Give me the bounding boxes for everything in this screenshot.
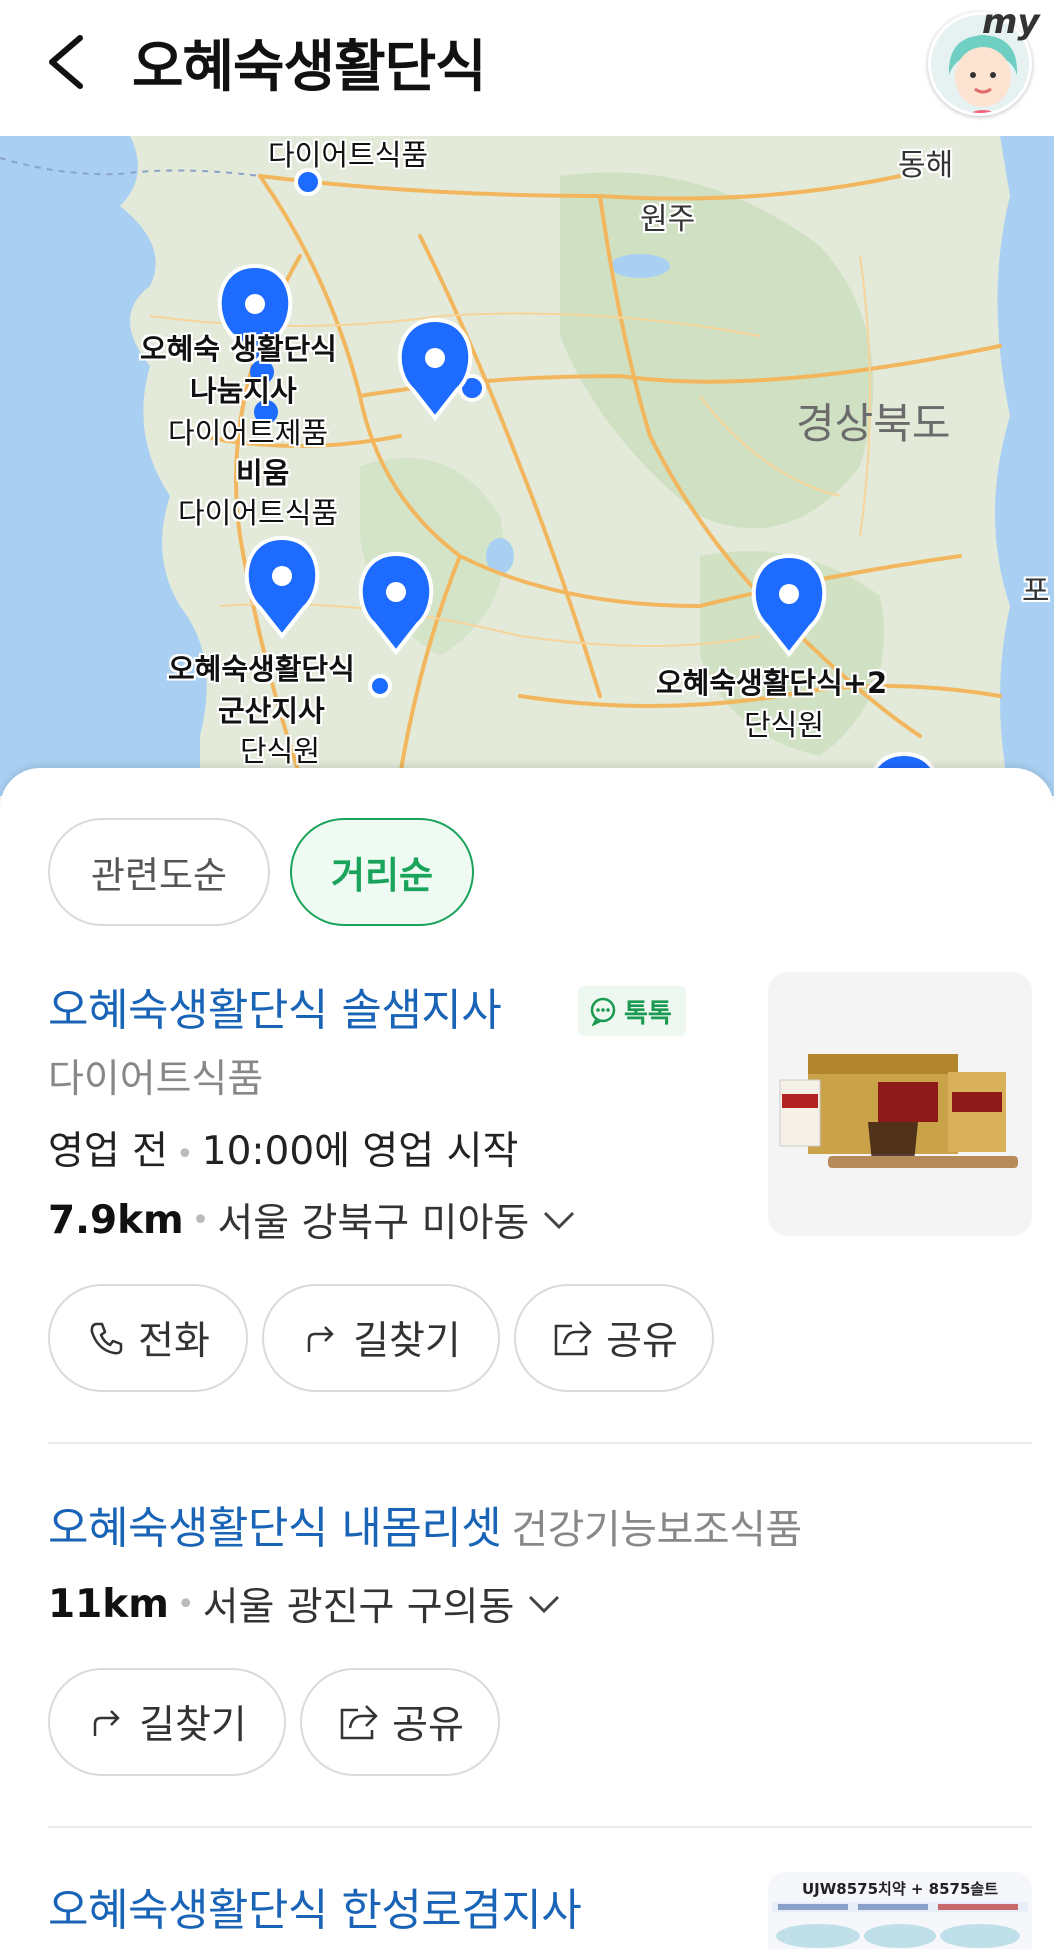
directions-icon <box>307 1326 334 1352</box>
result-2-category: 건강기능보조식품 <box>511 1507 802 1553</box>
map-canvas <box>0 136 1054 796</box>
call-label: 전화 <box>138 1319 210 1364</box>
phone-icon <box>90 1322 123 1355</box>
result-2-address: 서울 광진구 구의동 <box>202 1585 515 1630</box>
share-label-2: 공유 <box>392 1703 464 1748</box>
result-2-title-line[interactable]: 오혜숙생활단식 내몸리셋 건강기능보조식품 <box>48 1492 802 1556</box>
result-1-hours: 10:00에 영업 시작 <box>201 1129 519 1174</box>
result-1-thumbnail[interactable] <box>768 972 1032 1236</box>
sort-relevance-chip[interactable]: 관련도순 <box>48 818 270 926</box>
results-sheet: 관련도순 거리순 오혜숙생활단식 솔샘지사 톡톡 다이어트식품 영업 전 • 10:… <box>0 768 1054 1949</box>
directions-icon <box>93 1710 120 1736</box>
route-button-2[interactable]: 길찾기 <box>48 1668 286 1776</box>
map-label-pin4-title[interactable]: 오혜숙생활단식+2 <box>656 660 887 702</box>
divider <box>48 1442 1032 1444</box>
result-1-distance: 7.9km <box>48 1197 184 1243</box>
result-3-thumbnail[interactable]: UJW8575치약 + 8575솔트 <box>768 1872 1032 1949</box>
route-button[interactable]: 길찾기 <box>262 1284 500 1392</box>
route-label: 길찾기 <box>353 1319 461 1364</box>
result-2-distance: 11km <box>48 1581 169 1627</box>
map-label-pin3-category: 단식원 <box>240 734 321 768</box>
header: 오혜숙생활단식 <box>0 0 1054 136</box>
map-label-pin1-branch[interactable]: 나눔지사 <box>190 368 297 410</box>
result-1-status: 영업 전 • 10:00에 영업 시작 <box>48 1120 518 1176</box>
result-2-address-line[interactable]: 11km • 서울 광진구 구의동 <box>48 1576 562 1632</box>
share-button[interactable]: 공유 <box>514 1284 714 1392</box>
map-label-pin2-category: 다이어트식품 <box>178 496 339 530</box>
talk-badge-label: 톡톡 <box>624 998 672 1029</box>
map-label-top-category: 다이어트식품 <box>268 138 429 172</box>
call-button[interactable]: 전화 <box>48 1284 248 1392</box>
result-1-address: 서울 강북구 미아동 <box>217 1201 530 1246</box>
chevron-left-icon <box>49 35 83 89</box>
map-label-pin3-branch[interactable]: 군산지사 <box>218 688 325 730</box>
result-3-name[interactable]: 오혜숙생활단식 한성로겸지사 <box>48 1874 582 1938</box>
share-label: 공유 <box>606 1319 678 1364</box>
chevron-down-icon <box>529 1595 560 1614</box>
result-3-thumbnail-text: UJW8575치약 + 8575솔트 <box>801 1880 999 1898</box>
sort-distance-chip[interactable]: 거리순 <box>290 818 474 926</box>
result-1-name[interactable]: 오혜숙생활단식 솔샘지사 <box>48 974 502 1038</box>
chat-bubble-icon <box>590 997 616 1026</box>
result-1-address-line[interactable]: 7.9km • 서울 강북구 미아동 <box>48 1192 577 1248</box>
share-button-2[interactable]: 공유 <box>300 1668 500 1776</box>
separator-dot: • <box>176 1586 195 1622</box>
share-icon <box>554 1321 592 1356</box>
map[interactable]: 다이어트식품 동해 원주 경상북도 포 오혜숙 생활단식 나눔지사 다이어트제품… <box>0 136 1054 796</box>
map-label-pin4-category: 단식원 <box>744 708 825 742</box>
map-label-pin1-category: 다이어트제품 <box>168 416 329 450</box>
page-title: 오혜숙생활단식 <box>132 35 487 100</box>
result-1-category: 다이어트식품 <box>48 1057 264 1102</box>
separator-dot: • <box>176 1137 194 1172</box>
product-image <box>768 972 1032 1236</box>
map-label-donghae: 동해 <box>898 148 954 183</box>
separator-dot: • <box>191 1202 210 1238</box>
talk-badge[interactable]: 톡톡 <box>578 986 686 1036</box>
result-2-name[interactable]: 오혜숙생활단식 내몸리셋 <box>48 1503 502 1554</box>
chevron-down-icon <box>544 1211 575 1230</box>
result-1-open-status: 영업 전 <box>48 1129 169 1174</box>
map-label-pin3-title[interactable]: 오혜숙생활단식 <box>168 646 355 688</box>
share-icon <box>340 1705 378 1740</box>
map-label-pin2-title[interactable]: 비움 <box>236 450 289 492</box>
route-label-2: 길찾기 <box>139 1703 247 1748</box>
map-label-po: 포 <box>1022 574 1050 609</box>
map-label-wonju: 원주 <box>640 202 696 237</box>
my-label: my <box>982 2 1040 42</box>
map-label-pin1-title[interactable]: 오혜숙 생활단식 <box>140 326 337 368</box>
divider <box>48 1826 1032 1828</box>
back-button[interactable] <box>40 22 100 102</box>
map-label-gyeongbuk: 경상북도 <box>796 399 951 448</box>
